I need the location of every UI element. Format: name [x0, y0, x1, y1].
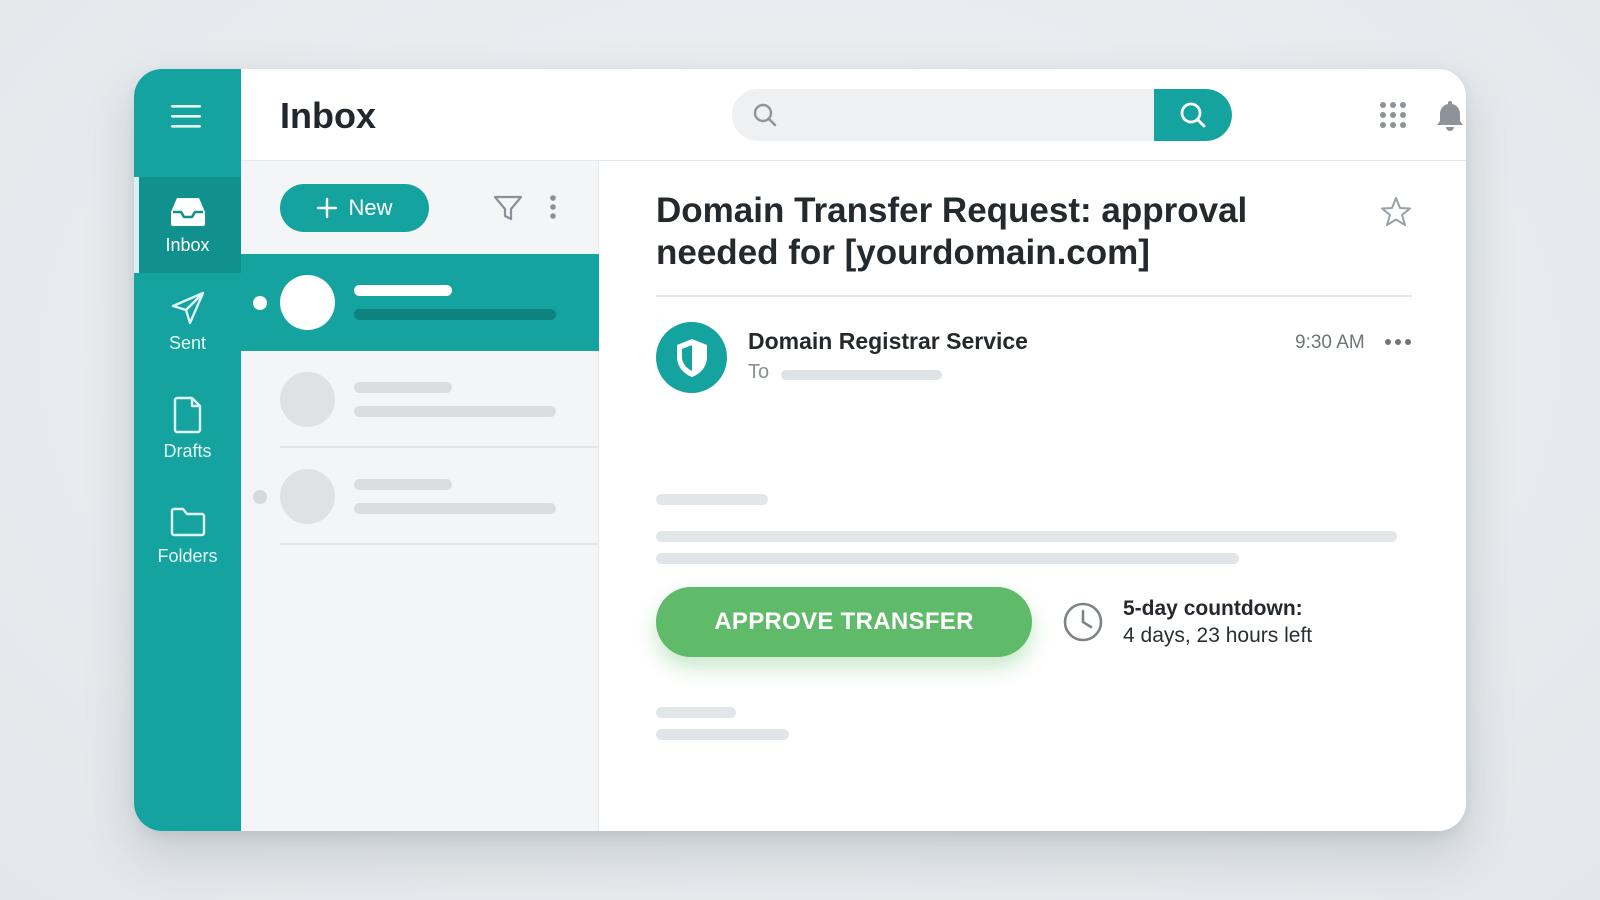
reading-pane: Domain Transfer Request: approval needed… [600, 161, 1466, 831]
sidebar-item-label: Sent [168, 332, 207, 353]
unread-dot [253, 490, 267, 504]
to-label: To [748, 361, 770, 383]
document-icon [173, 396, 201, 433]
plus-icon [317, 197, 338, 219]
sidebar-item-inbox[interactable]: Inbox [134, 177, 241, 273]
clock-icon [1063, 602, 1103, 642]
text-placeholder [354, 406, 556, 417]
sender-avatar [656, 322, 727, 393]
message-list-pane: New [241, 161, 599, 831]
text-placeholder [656, 494, 768, 505]
message-time: 9:30 AM [1295, 332, 1365, 353]
sidebar-item-label: Folders [157, 545, 218, 566]
filter-icon[interactable] [493, 194, 523, 222]
sidebar-item-sent[interactable]: Sent [134, 273, 241, 369]
sidebar-item-folders[interactable]: Folders [134, 487, 241, 583]
divider [280, 543, 599, 545]
recipient-placeholder [781, 370, 942, 380]
apps-grid-icon[interactable] [1378, 100, 1408, 130]
paper-plane-icon [171, 291, 204, 324]
page-title: Inbox [280, 95, 376, 136]
list-item[interactable] [241, 351, 599, 448]
unread-dot [253, 296, 267, 310]
folder-icon [170, 507, 205, 536]
sidebar-item-label: Inbox [165, 234, 210, 255]
star-icon[interactable] [1379, 195, 1413, 229]
list-item[interactable] [241, 448, 599, 545]
sidebar-item-label: Drafts [163, 440, 212, 461]
list-item[interactable] [241, 254, 599, 351]
text-placeholder [354, 503, 556, 514]
approve-transfer-button[interactable]: APPROVE TRANSFER [656, 587, 1032, 657]
text-placeholder [354, 479, 452, 490]
new-button-label: New [348, 195, 393, 220]
text-placeholder [354, 382, 452, 393]
countdown-title: 5-day countdown: [1123, 597, 1303, 620]
countdown-detail: 4 days, 23 hours left [1123, 624, 1313, 647]
text-placeholder [656, 729, 789, 740]
sender-name: Domain Registrar Service [748, 328, 1028, 354]
search-input[interactable] [790, 89, 1140, 141]
menu-icon[interactable] [165, 96, 209, 136]
search-icon [753, 103, 777, 127]
new-message-button[interactable]: New [280, 184, 429, 232]
avatar [280, 372, 335, 427]
bell-icon[interactable] [1434, 98, 1466, 132]
text-placeholder [354, 309, 556, 320]
sidebar-item-drafts[interactable]: Drafts [134, 380, 241, 476]
divider [656, 295, 1412, 297]
text-placeholder [656, 553, 1239, 564]
more-horizontal-icon[interactable] [1384, 338, 1412, 346]
text-placeholder [656, 707, 736, 718]
search-button[interactable] [1154, 89, 1232, 141]
kebab-menu-icon[interactable] [549, 194, 557, 222]
nav-rail: Inbox Sent Drafts Folders [134, 69, 241, 831]
text-placeholder [656, 531, 1397, 542]
inbox-tray-icon [170, 197, 205, 226]
email-subject: Domain Transfer Request: approval needed… [656, 191, 1248, 272]
mail-window: Inbox Sent Drafts Folders Inbox New Doma… [134, 69, 1466, 831]
avatar [280, 275, 335, 330]
text-placeholder [354, 285, 452, 296]
avatar [280, 469, 335, 524]
top-header: Inbox [241, 69, 1466, 161]
search-icon [1180, 102, 1206, 128]
search-bar [732, 89, 1232, 141]
shield-icon [676, 338, 707, 377]
